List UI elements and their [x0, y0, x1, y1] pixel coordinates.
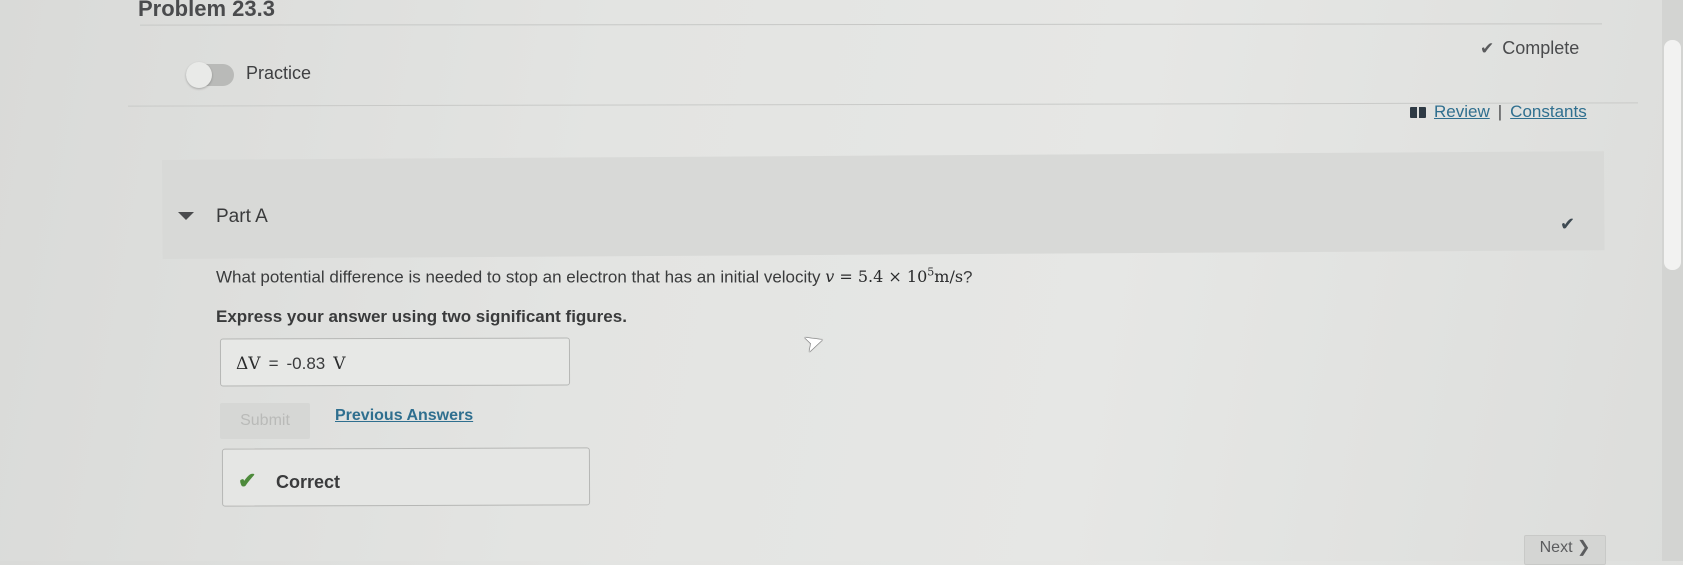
- check-icon: ✔: [1560, 214, 1576, 234]
- check-icon: ✔: [1480, 38, 1495, 58]
- part-a-header[interactable]: [162, 151, 1605, 259]
- practice-toggle-knob[interactable]: [186, 62, 212, 88]
- book-icon: [1410, 106, 1426, 118]
- divider: [139, 23, 1603, 26]
- scrollbar-thumb[interactable]: [1664, 40, 1681, 270]
- complete-label: Complete: [1502, 38, 1580, 58]
- review-link[interactable]: Review: [1434, 102, 1490, 122]
- check-icon: ✔: [238, 468, 257, 493]
- previous-answers-link[interactable]: Previous Answers: [335, 407, 473, 425]
- next-label: Next: [1539, 539, 1573, 556]
- answer-value: ΔV = -0.83 V: [236, 354, 346, 374]
- question-body: What potential difference is needed to s…: [216, 267, 821, 287]
- problem-title: Problem 23.3: [138, 0, 275, 21]
- mouse-cursor-icon: ➤: [800, 326, 828, 359]
- velocity-variable: v: [825, 267, 835, 287]
- caret-down-icon[interactable]: [178, 212, 194, 220]
- submit-button[interactable]: Submit: [220, 403, 310, 439]
- constants-link[interactable]: Constants: [1510, 102, 1587, 122]
- answer-number: -0.83: [286, 354, 326, 373]
- answer-unit: V: [333, 354, 346, 374]
- chevron-right-icon: ❯: [1576, 539, 1591, 556]
- question-text: What potential difference is needed to s…: [216, 266, 973, 287]
- complete-status: ✔ Complete: [1480, 38, 1579, 59]
- correct-label: Correct: [276, 472, 341, 492]
- velocity-unit: m/s: [934, 267, 964, 287]
- velocity-expression: v = 5.4 × 105m/s: [825, 266, 964, 287]
- practice-label: Practice: [246, 63, 312, 83]
- answer-variable: ΔV: [236, 354, 261, 374]
- link-separator: |: [1497, 102, 1503, 121]
- question-end: ?: [963, 267, 973, 287]
- velocity-equation: = 5.4 × 10: [834, 267, 928, 287]
- answer-equals: =: [268, 354, 279, 373]
- resource-links: Review | Constants: [1410, 102, 1587, 122]
- instruction-text: Express your answer using two significan…: [216, 307, 627, 326]
- part-a-label[interactable]: Part A: [216, 206, 268, 228]
